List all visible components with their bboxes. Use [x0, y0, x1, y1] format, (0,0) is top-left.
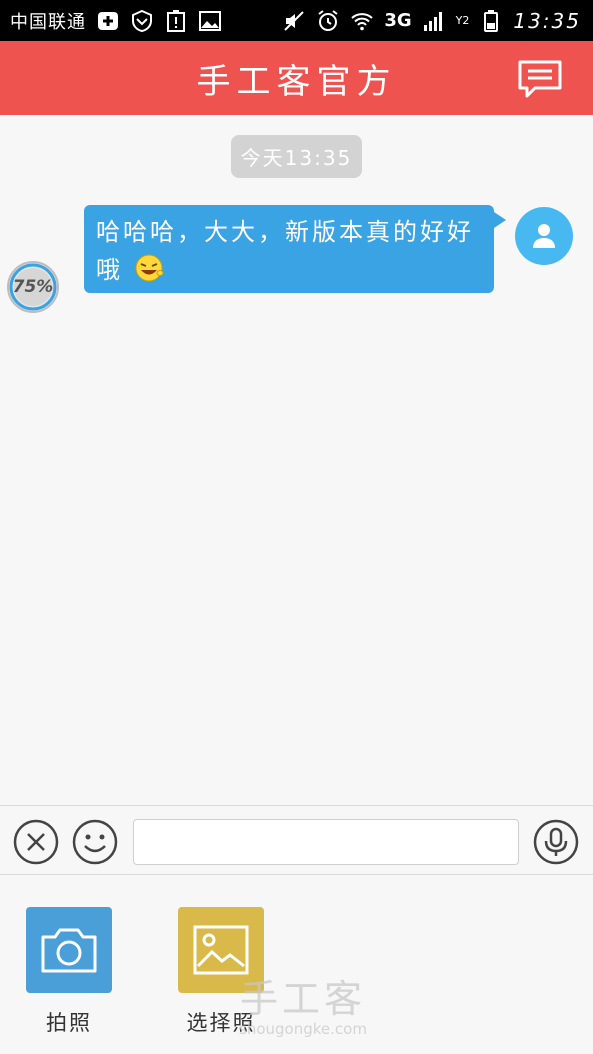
wifi-icon: [351, 12, 373, 30]
input-bar: [0, 805, 593, 875]
emoji-icon[interactable]: [72, 819, 118, 865]
battery-icon: [484, 9, 499, 32]
chat-area[interactable]: 今天13:35 哈哈哈，大大，新版本真的好好哦 75%: [0, 115, 593, 805]
avatar[interactable]: [515, 207, 573, 265]
status-time: 13:35: [513, 8, 581, 33]
bubble-tail: [494, 212, 506, 228]
close-icon[interactable]: [13, 819, 59, 865]
laughing-emoji-icon: [135, 254, 164, 282]
watermark-brand: 手工客: [239, 977, 366, 1021]
image-icon: [199, 10, 221, 31]
shield-icon: [132, 9, 152, 32]
page-title: 手工客官方: [196, 61, 397, 102]
message-icon[interactable]: [517, 59, 563, 99]
user-icon: [533, 224, 555, 248]
status-bar: 中国联通 3G Y2 13:35: [0, 0, 593, 41]
alarm-icon: [318, 9, 338, 31]
carrier-name: 中国联通: [10, 11, 86, 33]
message-input[interactable]: [133, 819, 519, 865]
sim2-label: Y2: [455, 14, 470, 27]
camera-icon: [41, 928, 97, 973]
message-timestamp: 今天13:35: [231, 135, 362, 178]
plus-icon: [98, 11, 118, 30]
microphone-icon[interactable]: [533, 819, 579, 865]
signal-icon: [423, 11, 442, 31]
camera-label: 拍照: [46, 1011, 92, 1035]
camera-button[interactable]: [26, 907, 112, 993]
mute-icon: [284, 10, 305, 31]
upload-progress-text: 75%: [12, 277, 54, 297]
watermark: 手工客 shougongke.com: [233, 978, 373, 1038]
network-type: 3G: [384, 10, 412, 31]
image-icon: [193, 925, 249, 975]
watermark-url: shougongke.com: [239, 1020, 367, 1038]
title-bar: 手工客官方: [0, 41, 593, 115]
warning-battery-icon: [167, 9, 185, 32]
chat-bubble[interactable]: 哈哈哈，大大，新版本真的好好哦: [84, 205, 494, 293]
attach-panel: 拍照 选择照 手工客 shougongke.com: [0, 875, 593, 1054]
